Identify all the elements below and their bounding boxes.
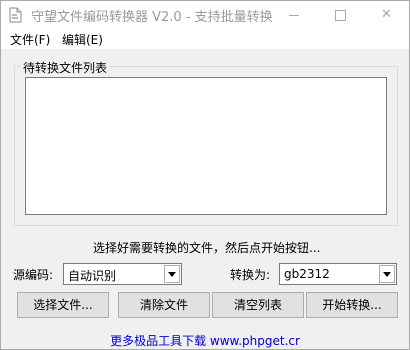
title-bar[interactable]: 守望文件编码转换器 V2.0 - 支持批量转换 ✕ bbox=[1, 1, 409, 29]
minimize-icon bbox=[289, 15, 299, 16]
source-encoding-value: 自动识别 bbox=[68, 269, 117, 283]
menu-edit[interactable]: 编辑(E) bbox=[62, 31, 103, 48]
menu-bar: 文件(F) 编辑(E) bbox=[1, 29, 409, 49]
source-encoding-dropdown-button[interactable] bbox=[164, 265, 180, 283]
chevron-down-icon bbox=[168, 272, 176, 277]
clear-list-button[interactable]: 清空列表 bbox=[212, 292, 304, 318]
select-files-button[interactable]: 选择文件... bbox=[17, 292, 109, 318]
chevron-down-icon bbox=[383, 272, 391, 277]
start-convert-button[interactable]: 开始转换... bbox=[306, 292, 398, 318]
file-list-group-label: 待转换文件列表 bbox=[21, 59, 110, 76]
app-icon bbox=[7, 6, 23, 24]
download-link[interactable]: 更多极品工具下载 www.phpget.cr bbox=[1, 332, 409, 349]
target-encoding-dropdown-button[interactable] bbox=[379, 265, 395, 283]
target-encoding-label: 转换为: bbox=[230, 268, 271, 282]
close-button[interactable]: ✕ bbox=[363, 1, 409, 29]
maximize-icon bbox=[335, 10, 346, 21]
target-encoding-select[interactable]: gb2312 bbox=[279, 263, 397, 285]
minimize-button[interactable] bbox=[271, 1, 317, 29]
target-encoding-value: gb2312 bbox=[284, 267, 330, 281]
source-encoding-select[interactable]: 自动识别 bbox=[63, 263, 182, 285]
menu-file[interactable]: 文件(F) bbox=[10, 31, 50, 48]
source-encoding-label: 源编码: bbox=[13, 268, 54, 282]
hint-text: 选择好需要转换的文件，然后点开始按钮... bbox=[93, 241, 321, 255]
close-icon: ✕ bbox=[381, 7, 392, 22]
main-window: 守望文件编码转换器 V2.0 - 支持批量转换 ✕ 文件(F) 编辑(E) 待转… bbox=[0, 0, 410, 350]
file-list[interactable] bbox=[25, 77, 387, 215]
maximize-button[interactable] bbox=[317, 1, 363, 29]
window-title: 守望文件编码转换器 V2.0 - 支持批量转换 bbox=[31, 10, 273, 25]
remove-file-button[interactable]: 清除文件 bbox=[118, 292, 210, 318]
